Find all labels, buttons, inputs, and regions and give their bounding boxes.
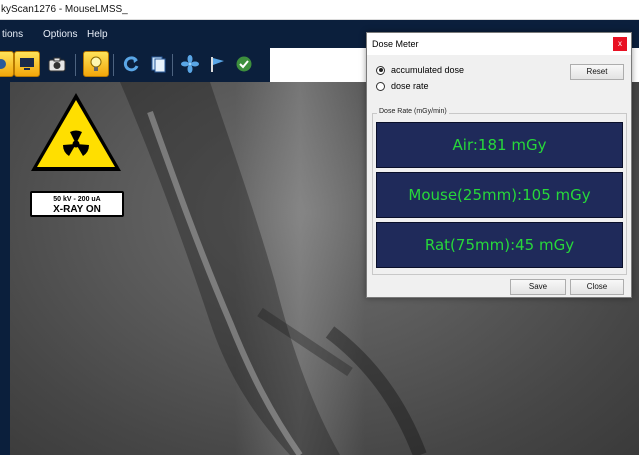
window-left-border <box>0 82 10 455</box>
dose-meter-dialog: Dose Meter x accumulated dose dose rate … <box>366 32 632 298</box>
dose-rate-group: Dose Rate (mGy/min) Air:181 mGy Mouse(25… <box>372 108 627 275</box>
rat-dose-display: Rat(75mm):45 mGy <box>376 222 623 268</box>
dialog-footer: Save Close <box>372 279 627 295</box>
flag-button[interactable] <box>204 51 230 77</box>
accumulated-dose-radio[interactable]: accumulated dose <box>376 65 464 75</box>
flag-icon <box>211 57 224 72</box>
accumulated-dose-label: accumulated dose <box>391 65 465 75</box>
mouse-dose-value: Mouse(25mm):105 mGy <box>408 186 591 204</box>
monitor-icon <box>20 58 34 70</box>
xray-status-label: 50 kV - 200 uA X-RAY ON <box>30 191 124 217</box>
toolbar-separator <box>172 54 173 76</box>
documents-icon <box>151 56 166 73</box>
mouse-dose-display: Mouse(25mm):105 mGy <box>376 172 623 218</box>
monitor-button[interactable] <box>14 51 40 77</box>
dialog-close-icon[interactable]: x <box>613 37 627 51</box>
toolbar <box>0 48 270 82</box>
air-dose-display: Air:181 mGy <box>376 122 623 168</box>
camera-icon <box>48 57 66 71</box>
air-dose-value: Air:181 mGy <box>452 136 547 154</box>
menu-actions[interactable]: tions <box>2 29 23 40</box>
dose-rate-group-label: Dose Rate (mGy/min) <box>377 108 449 115</box>
check-icon <box>236 56 252 72</box>
scan-button[interactable] <box>0 51 14 77</box>
radiation-warning-icon <box>31 93 121 171</box>
close-button[interactable]: Close <box>570 279 624 295</box>
refresh-button[interactable] <box>118 51 144 77</box>
light-button[interactable] <box>83 51 109 77</box>
menu-help[interactable]: Help <box>87 29 108 40</box>
lightbulb-icon <box>90 56 102 71</box>
rat-dose-value: Rat(75mm):45 mGy <box>424 236 575 254</box>
xray-on-text: X-RAY ON <box>53 204 101 215</box>
xray-settings-text: 50 kV - 200 uA <box>53 196 101 203</box>
fan-icon <box>181 55 199 73</box>
fan-button[interactable] <box>177 51 203 77</box>
window-title: kyScan1276 - MouseLMSS_ <box>1 4 128 15</box>
dose-rate-radio[interactable]: dose rate <box>376 81 429 91</box>
check-button[interactable] <box>231 51 257 77</box>
dialog-title-bar[interactable]: Dose Meter x <box>367 33 631 55</box>
dialog-title: Dose Meter <box>372 39 419 49</box>
toolbar-separator <box>75 54 76 76</box>
reset-button[interactable]: Reset <box>570 64 624 80</box>
toolbar-separator <box>113 54 114 76</box>
radio-unchecked-icon <box>376 81 385 91</box>
save-button[interactable]: Save <box>510 279 566 295</box>
refresh-icon <box>123 56 139 72</box>
camera-button[interactable] <box>44 51 70 77</box>
radio-checked-icon <box>376 65 385 75</box>
title-bar: kyScan1276 - MouseLMSS_ <box>0 0 639 20</box>
scan-icon <box>0 59 6 69</box>
dose-rate-label: dose rate <box>391 81 429 91</box>
menu-options[interactable]: Options <box>43 29 77 40</box>
documents-button[interactable] <box>145 51 171 77</box>
